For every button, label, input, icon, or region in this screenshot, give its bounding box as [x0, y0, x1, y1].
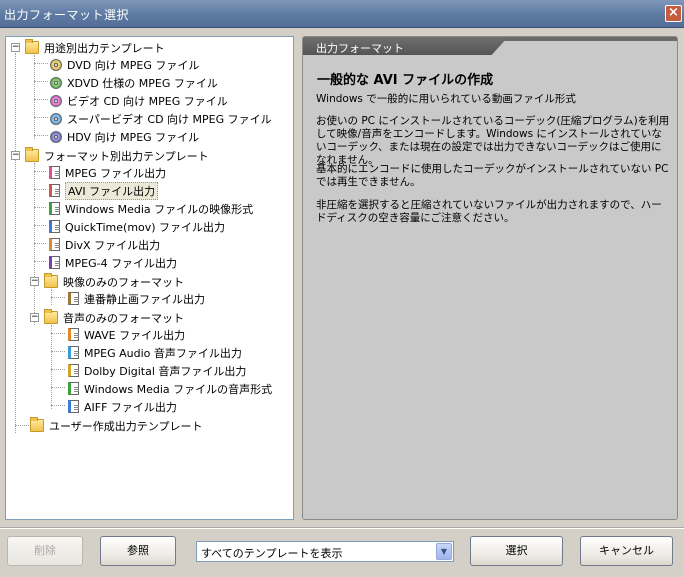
xdvd-disc-icon — [50, 76, 62, 89]
mpeg-file-icon — [49, 166, 60, 179]
tree-item-avi-output[interactable]: AVI ファイル出力 — [49, 181, 159, 200]
collapse-icon[interactable]: − — [11, 43, 20, 52]
tree-item-mpeg-audio-output[interactable]: MPEG Audio 音声ファイル出力 — [68, 344, 242, 361]
format-info-panel: 出力フォーマット 一般的な AVI ファイルの作成 Windows で一般的に用… — [302, 36, 678, 520]
tree-item-label: AIFF ファイル出力 — [84, 400, 177, 414]
tree-item-wave-output[interactable]: WAVE ファイル出力 — [68, 326, 185, 343]
tree-node-usage-templates[interactable]: − 用途別出力テンプレート — [11, 39, 165, 56]
quicktime-file-icon — [49, 220, 60, 233]
tree-item-label: QuickTime(mov) ファイル出力 — [65, 220, 226, 234]
folder-open-icon — [44, 309, 58, 324]
tree-item-xdvd-mpeg[interactable]: XDVD 仕様の MPEG ファイル — [50, 74, 218, 91]
collapse-icon[interactable]: − — [11, 151, 20, 160]
chevron-down-icon[interactable]: ▼ — [436, 543, 452, 560]
tree-item-label: DivX ファイル出力 — [65, 238, 161, 252]
folder-open-icon — [25, 147, 39, 162]
tree-item-sequence-image[interactable]: 連番静止画ファイル出力 — [68, 290, 205, 307]
tree-item-dvd-mpeg[interactable]: DVD 向け MPEG ファイル — [50, 56, 199, 73]
tree-item-label: DVD 向け MPEG ファイル — [67, 58, 200, 72]
tree-item-label: MPEG-4 ファイル出力 — [65, 256, 178, 270]
wma-file-icon — [68, 382, 79, 395]
dvd-disc-icon — [50, 58, 62, 71]
tree-item-dolby-output[interactable]: Dolby Digital 音声ファイル出力 — [68, 362, 246, 379]
tree-node-video-only[interactable]: − 映像のみのフォーマット — [30, 273, 184, 290]
tree-item-label: AVI ファイル出力 — [65, 181, 159, 200]
aiff-file-icon — [68, 400, 79, 413]
tree-node-label: 映像のみのフォーマット — [63, 275, 184, 289]
tree-item-label: ビデオ CD 向け MPEG ファイル — [67, 94, 228, 108]
close-icon: × — [668, 5, 679, 20]
title-bar: 出力フォーマット選択 × — [0, 0, 684, 28]
tree-item-label: XDVD 仕様の MPEG ファイル — [67, 76, 218, 90]
tree-node-label: 用途別出力テンプレート — [44, 41, 165, 55]
tree-item-label: MPEG ファイル出力 — [65, 166, 167, 180]
delete-button[interactable]: 削除 — [7, 536, 83, 566]
tree-item-label: Windows Media ファイルの音声形式 — [84, 382, 273, 396]
tree-node-label: 音声のみのフォーマット — [63, 311, 184, 325]
info-uncompressed-note: 非圧縮を選択すると圧縮されていないファイルが出力されますので、ハードディスクの空… — [316, 199, 662, 224]
tree-item-label: スーパービデオ CD 向け MPEG ファイル — [67, 112, 272, 126]
footer-separator — [0, 527, 684, 529]
divx-file-icon — [49, 238, 60, 251]
tree-item-quicktime-output[interactable]: QuickTime(mov) ファイル出力 — [49, 218, 225, 235]
cancel-button[interactable]: キャンセル — [580, 536, 673, 566]
tree-item-wmv-output[interactable]: Windows Media ファイルの映像形式 — [49, 200, 253, 217]
tree-item-aiff-output[interactable]: AIFF ファイル出力 — [68, 398, 177, 415]
tree-item-label: HDV 向け MPEG ファイル — [67, 130, 200, 144]
tree-item-hdv-mpeg[interactable]: HDV 向け MPEG ファイル — [50, 128, 199, 145]
tree-item-label: WAVE ファイル出力 — [84, 328, 186, 342]
tree-item-mpeg4-output[interactable]: MPEG-4 ファイル出力 — [49, 254, 177, 271]
tree-item-label: Windows Media ファイルの映像形式 — [65, 202, 254, 216]
tree-item-label: MPEG Audio 音声ファイル出力 — [84, 346, 242, 360]
hdv-disc-icon — [50, 130, 62, 143]
folder-open-icon — [25, 39, 39, 54]
info-header: 出力フォーマット — [303, 37, 677, 55]
vcd-disc-icon — [50, 94, 62, 107]
tree-item-vcd-mpeg[interactable]: ビデオ CD 向け MPEG ファイル — [50, 92, 228, 109]
tree-node-label: ユーザー作成出力テンプレート — [49, 419, 203, 433]
tree-node-user-templates[interactable]: ユーザー作成出力テンプレート — [30, 417, 202, 434]
info-description: Windows で一般的に用いられている動画ファイル形式 — [316, 93, 576, 105]
browse-button[interactable]: 参照 — [100, 536, 176, 566]
window-title: 出力フォーマット選択 — [4, 8, 130, 22]
template-tree[interactable]: − 用途別出力テンプレート DVD 向け MPEG ファイル XDVD 仕様の … — [5, 36, 294, 520]
dolby-file-icon — [68, 364, 79, 377]
tree-node-label: フォーマット別出力テンプレート — [44, 149, 209, 163]
mpeg4-file-icon — [49, 256, 60, 269]
avi-file-icon — [49, 184, 60, 197]
collapse-icon[interactable]: − — [30, 277, 39, 286]
info-header-label: 出力フォーマット — [316, 42, 404, 55]
close-button[interactable]: × — [665, 5, 682, 22]
svcd-disc-icon — [50, 112, 62, 125]
select-button[interactable]: 選択 — [470, 536, 563, 566]
tree-item-divx-output[interactable]: DivX ファイル出力 — [49, 236, 160, 253]
tree-item-mpeg-output[interactable]: MPEG ファイル出力 — [49, 164, 166, 181]
mpeg-audio-file-icon — [68, 346, 79, 359]
tree-item-label: 連番静止画ファイル出力 — [84, 292, 205, 306]
tree-node-audio-only[interactable]: − 音声のみのフォーマット — [30, 309, 184, 326]
tree-item-wma-output[interactable]: Windows Media ファイルの音声形式 — [68, 380, 272, 397]
info-playback-note: 基本的にエンコードに使用したコーデックがインストールされていない PC では再生… — [316, 163, 669, 188]
folder-open-icon — [44, 273, 58, 288]
template-filter-value: すべてのテンプレートを表示 — [201, 547, 343, 560]
tree-item-label: Dolby Digital 音声ファイル出力 — [84, 364, 247, 378]
tree-item-svcd-mpeg[interactable]: スーパービデオ CD 向け MPEG ファイル — [50, 110, 272, 127]
info-codec-note: お使いの PC にインストールされているコーデック(圧縮プログラム)を利用して映… — [316, 115, 670, 166]
template-filter-select[interactable]: すべてのテンプレートを表示 ▼ — [196, 541, 454, 562]
wmv-file-icon — [49, 202, 60, 215]
wave-file-icon — [68, 328, 79, 341]
folder-icon — [30, 417, 44, 432]
tree-node-format-templates[interactable]: − フォーマット別出力テンプレート — [11, 147, 209, 164]
image-sequence-icon — [68, 292, 79, 305]
collapse-icon[interactable]: − — [30, 313, 39, 322]
info-title: 一般的な AVI ファイルの作成 — [317, 73, 494, 88]
